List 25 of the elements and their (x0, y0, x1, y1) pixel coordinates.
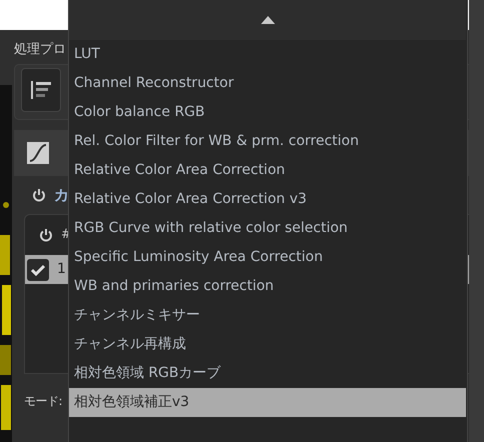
menu-item[interactable]: WB and primaries correction (69, 272, 466, 301)
menu-item[interactable]: 相対色領域 RGBカーブ (69, 359, 466, 388)
menu-item[interactable]: Relative Color Area Correction (69, 156, 466, 185)
panel-title: 処理プロ (14, 41, 66, 59)
section-title: カ (54, 184, 69, 206)
menu-item[interactable]: 相対色領域補正v3 (69, 388, 466, 417)
menu-item[interactable]: Specific Luminosity Area Correction (69, 243, 466, 272)
curve-icon[interactable] (27, 142, 49, 164)
menu-item[interactable]: チャンネルミキサー (69, 301, 466, 330)
check-icon (31, 264, 45, 276)
list-icon (29, 78, 53, 102)
menu-item[interactable]: Color balance RGB (69, 98, 466, 127)
menu-item[interactable]: Channel Reconstructor (69, 69, 466, 98)
menu-item[interactable]: Relative Color Area Correction v3 (69, 185, 466, 214)
row-number: 1 (57, 260, 66, 279)
menu-item[interactable]: チャンネル再構成 (69, 330, 466, 359)
power-icon (39, 228, 53, 242)
menu-item[interactable]: RGB Curve with relative color selection (69, 214, 466, 243)
mode-label: モード: (24, 393, 62, 410)
list-view-button[interactable] (21, 68, 61, 112)
checkbox[interactable] (27, 258, 49, 280)
power-icon (32, 188, 46, 202)
menu-item[interactable]: LUT (69, 40, 466, 69)
menu-item[interactable]: Rel. Color Filter for WB & prm. correction (69, 127, 466, 156)
up-arrow-icon (260, 16, 274, 24)
